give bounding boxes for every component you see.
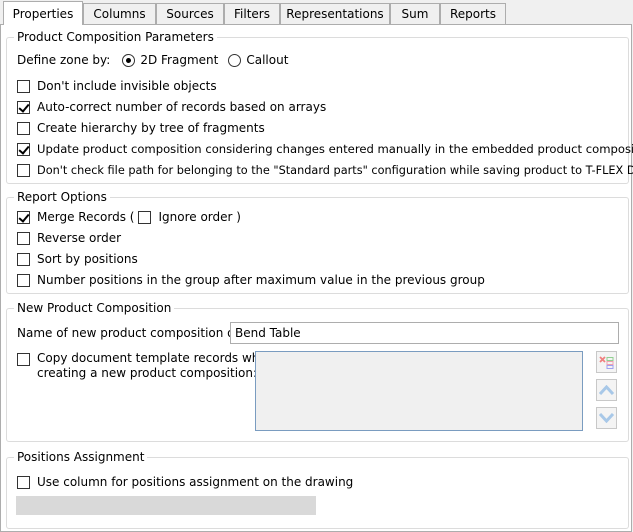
tab-sum[interactable]: Sum: [390, 3, 440, 24]
radio-2d-fragment-label[interactable]: 2D Fragment: [140, 53, 218, 67]
tab-reports[interactable]: Reports: [440, 3, 506, 24]
checkbox[interactable]: [17, 163, 30, 177]
tab-columns[interactable]: Columns: [83, 3, 156, 24]
group-title: Report Options: [14, 189, 110, 205]
tab-bar: Properties Columns Sources Filters Repre…: [0, 0, 633, 25]
checkbox-number-positions[interactable]: Number positions in the group after maxi…: [17, 272, 485, 288]
move-down-button[interactable]: [596, 407, 617, 429]
radio-2d-fragment[interactable]: [122, 53, 136, 67]
checkbox[interactable]: [17, 252, 30, 266]
checkbox[interactable]: [17, 231, 30, 245]
checkbox[interactable]: [17, 100, 30, 114]
tab-representations[interactable]: Representations: [280, 3, 390, 24]
properties-panel: Product Composition Parameters Define zo…: [0, 24, 633, 532]
checkbox-reverse-order[interactable]: Reverse order: [17, 230, 121, 246]
report-options-group: Report Options Merge Records ( Ignore or…: [6, 189, 629, 294]
checkbox-label: Reverse order: [37, 231, 122, 245]
new-product-composition-group: New Product Composition Name of new prod…: [6, 300, 629, 442]
ignore-order-label: Ignore order ): [158, 210, 241, 224]
checkbox-use-column[interactable]: Use column for positions assignment on t…: [17, 474, 353, 490]
radio-callout[interactable]: [228, 53, 242, 67]
merge-records-label: Merge Records (: [37, 210, 135, 224]
label-line-2: creating a new product composition:: [37, 366, 258, 380]
merge-records-row: Merge Records ( Ignore order ): [17, 209, 241, 225]
define-zone-row: Define zone by: 2D Fragment Callout: [17, 52, 288, 68]
checkbox[interactable]: [17, 142, 30, 156]
checkbox-label: Use column for positions assignment on t…: [37, 475, 354, 489]
checkbox-auto-correct[interactable]: Auto-correct number of records based on …: [17, 99, 326, 115]
group-title: Positions Assignment: [14, 449, 148, 465]
checkbox[interactable]: [17, 353, 30, 366]
positions-assignment-group: Positions Assignment Use column for posi…: [6, 449, 629, 529]
label-line-1: Copy document template records when: [37, 351, 275, 365]
tab-properties[interactable]: Properties: [3, 1, 83, 25]
product-composition-parameters-group: Product Composition Parameters Define zo…: [6, 29, 633, 184]
delete-records-button[interactable]: [596, 351, 617, 373]
checkbox-label: Don't check file path for belonging to t…: [37, 163, 633, 177]
checkbox-label: Sort by positions: [37, 252, 138, 266]
define-zone-label: Define zone by:: [17, 53, 111, 67]
checkbox-label: Don't include invisible objects: [37, 79, 217, 93]
checkbox[interactable]: [17, 79, 30, 93]
group-title: Product Composition Parameters: [14, 29, 217, 45]
checkbox-create-hierarchy[interactable]: Create hierarchy by tree of fragments: [17, 120, 265, 136]
checkbox[interactable]: [17, 475, 30, 489]
radio-callout-label[interactable]: Callout: [246, 53, 288, 67]
position-column-select: [16, 496, 316, 515]
delete-records-icon: [599, 355, 614, 369]
checkbox-label: Number positions in the group after maxi…: [37, 273, 485, 287]
checkbox-update-product-composition[interactable]: Update product composition considering c…: [17, 141, 633, 157]
move-up-button[interactable]: [596, 379, 617, 401]
checkbox-ignore-order[interactable]: [138, 210, 152, 224]
tab-sources[interactable]: Sources: [156, 3, 224, 24]
checkbox-label: Auto-correct number of records based on …: [37, 100, 327, 114]
checkbox-dont-check-file-path[interactable]: Don't check file path for belonging to t…: [17, 162, 633, 178]
checkbox-sort-by-positions[interactable]: Sort by positions: [17, 251, 138, 267]
checkbox-label: Create hierarchy by tree of fragments: [37, 121, 265, 135]
checkbox-merge-records[interactable]: [17, 210, 30, 224]
tab-filters[interactable]: Filters: [224, 3, 280, 24]
move-down-icon: [599, 413, 614, 423]
checkbox-label: Copy document template records when crea…: [37, 351, 274, 381]
checkbox[interactable]: [17, 121, 30, 135]
checkbox-label: Update product composition considering c…: [37, 142, 633, 156]
move-up-icon: [599, 385, 614, 395]
name-input[interactable]: Bend Table: [230, 322, 619, 344]
checkbox-copy-template[interactable]: Copy document template records when crea…: [17, 351, 274, 381]
checkbox[interactable]: [17, 273, 30, 287]
template-records-list[interactable]: [255, 351, 583, 431]
checkbox-dont-include-invisible[interactable]: Don't include invisible objects: [17, 78, 217, 94]
group-title: New Product Composition: [14, 300, 175, 316]
